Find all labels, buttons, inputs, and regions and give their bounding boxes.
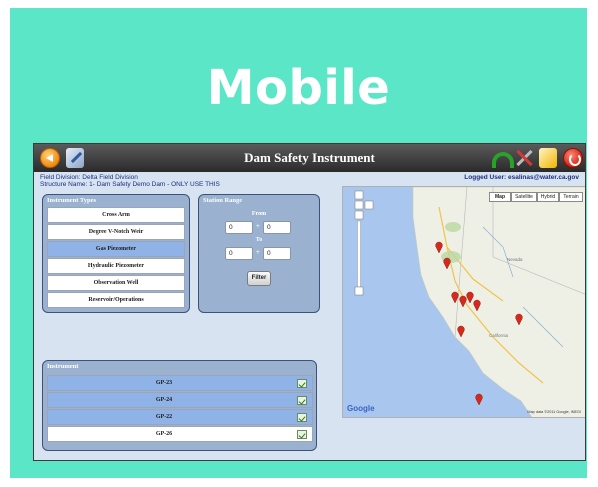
from-station-input[interactable]: 0 <box>225 221 253 234</box>
edit-reading-icon[interactable] <box>297 413 307 422</box>
instrument-type-item[interactable]: Observation Well <box>47 275 185 291</box>
instrument-types-heading: Instrument Types <box>47 197 97 204</box>
app-toolbar: Dam Safety Instrument <box>34 144 585 172</box>
edit-reading-icon[interactable] <box>297 430 307 439</box>
settings-icon[interactable] <box>539 148 557 168</box>
logged-user: Logged User: esalinas@water.ca.gov <box>464 174 579 181</box>
map-type-hybrid[interactable]: Hybrid <box>537 192 559 202</box>
instrument-type-item[interactable]: Gas Piezometer <box>47 241 185 257</box>
edit-reading-icon[interactable] <box>297 379 307 388</box>
undo-icon[interactable] <box>490 148 514 168</box>
mobile-tile: Mobile Dam Safety Instrument Field Divis… <box>10 8 587 478</box>
from-label: From <box>251 211 267 217</box>
structure-info: Field Division: Delta Field Division Str… <box>40 174 220 188</box>
to-plus-sign: + <box>256 249 260 256</box>
to-offset-input[interactable]: 0 <box>263 247 291 260</box>
map-pan-control[interactable] <box>354 190 364 200</box>
instrument-types-panel: Instrument Types Cross Arm Degree V-Notc… <box>42 194 190 313</box>
tools-icon[interactable] <box>514 148 534 168</box>
instrument-name: GP-22 <box>155 414 173 420</box>
to-label: To <box>255 237 263 243</box>
app-window: Dam Safety Instrument Field Division: De… <box>33 143 586 461</box>
filter-button[interactable]: Filter <box>247 271 271 286</box>
instrument-name: GP-26 <box>155 431 173 437</box>
from-plus-sign: + <box>256 223 260 230</box>
google-logo: Google <box>347 404 375 413</box>
instrument-name: GP-23 <box>155 380 173 386</box>
tile-heading: Mobile <box>206 60 391 116</box>
instrument-type-item[interactable]: Degree V-Notch Weir <box>47 224 185 240</box>
edit-reading-icon[interactable] <box>297 396 307 405</box>
svg-text:California: California <box>489 333 509 338</box>
power-icon[interactable] <box>563 148 583 168</box>
map-marker-icon[interactable] <box>475 393 483 406</box>
to-station-input[interactable]: 0 <box>225 247 253 260</box>
instrument-row[interactable]: GP-23 <box>47 375 313 391</box>
instrument-row[interactable]: GP-22 <box>47 409 313 425</box>
from-offset-input[interactable]: 0 <box>263 221 291 234</box>
instrument-list-panel: Instrument GP-23 GP-24 GP-22 GP-26 <box>42 360 317 451</box>
map-type-terrain[interactable]: Terrain <box>559 192 583 202</box>
instrument-type-item[interactable]: Hydraulic Piezometer <box>47 258 185 274</box>
instrument-row[interactable]: GP-24 <box>47 392 313 408</box>
svg-text:Nevada: Nevada <box>507 257 523 262</box>
instrument-list-heading: Instrument <box>47 363 79 370</box>
instrument-name: GP-24 <box>155 397 173 403</box>
field-division: Field Division: Delta Field Division <box>40 174 138 181</box>
structure-name: Structure Name: 1- Dam Safety Demo Dam -… <box>40 181 220 188</box>
zoom-slider[interactable] <box>357 220 361 288</box>
map-view[interactable]: Nevada California Map Satellite Hybrid T… <box>342 186 585 418</box>
instrument-type-item[interactable]: Reservoir/Operations <box>47 292 185 308</box>
instrument-type-item[interactable]: Cross Arm <box>47 207 185 223</box>
map-type-map[interactable]: Map <box>489 192 511 202</box>
map-canvas: Nevada California <box>354 187 585 417</box>
instrument-row[interactable]: GP-26 <box>47 426 313 442</box>
map-attribution: Map data ©2011 Google, INEGI <box>527 410 581 414</box>
zoom-out-control[interactable] <box>354 286 364 296</box>
station-range-panel: Station Range From 0 + 0 To 0 + 0 Filter <box>198 194 320 313</box>
station-range-heading: Station Range <box>203 197 243 204</box>
map-type-satellite[interactable]: Satellite <box>511 192 537 202</box>
